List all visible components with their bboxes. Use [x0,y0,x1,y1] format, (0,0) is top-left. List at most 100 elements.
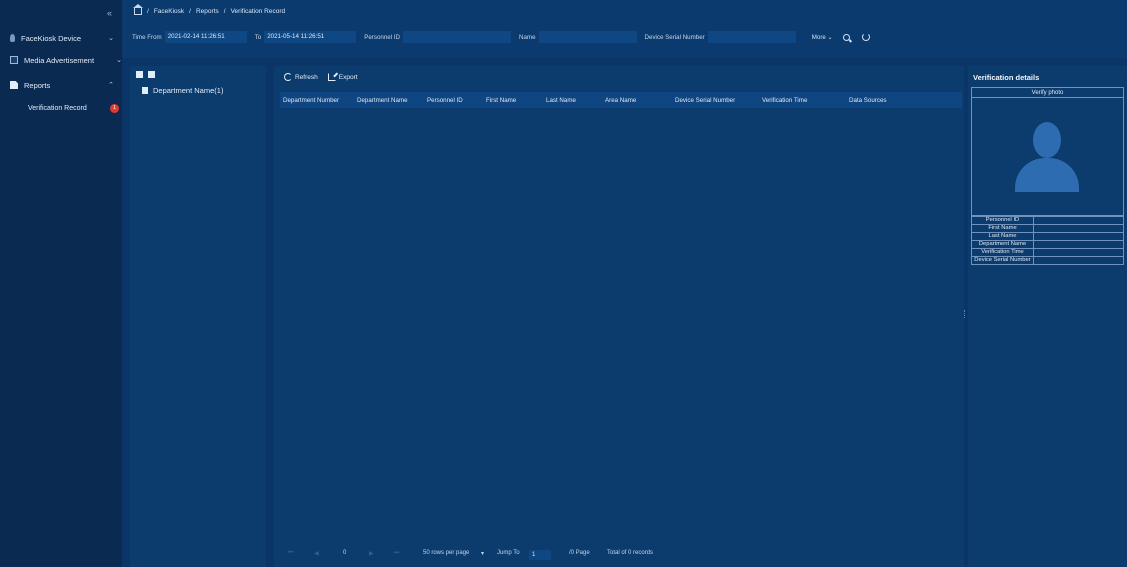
name-field[interactable] [538,31,637,43]
chevron-down-icon: ⌄ [108,35,114,42]
avatar-placeholder-body [1015,158,1079,192]
personnel-id-label: Personnel ID [364,33,401,41]
last-page-icon[interactable]: ⏭ [394,550,399,557]
person-icon [10,34,15,42]
name-label: Name [519,33,536,41]
info-row-last-name: Last Name [972,232,1123,240]
info-value [1034,241,1123,248]
info-value [1034,257,1123,264]
sidebar-item-label: Verification Record [28,104,87,112]
avatar-placeholder-icon [1033,122,1061,158]
refresh-button[interactable]: Refresh [284,73,318,81]
column-header-data-sources[interactable]: Data Sources [849,97,887,104]
column-header-device-serial-number[interactable]: Device Serial Number [675,97,735,104]
first-page-icon[interactable]: ⏮ [288,550,293,557]
time-from-field[interactable]: 2021-02-14 11:26:51 [164,31,247,43]
breadcrumb-item[interactable]: FaceKiosk [154,8,184,15]
device-serial-filter: Device Serial Number [645,31,796,43]
breadcrumb-separator: / [147,8,149,15]
time-from-label: Time From [132,33,162,41]
details-info-table: Personnel ID First Name Last Name Depart… [971,216,1124,265]
column-header-verification-time[interactable]: Verification Time [762,97,807,104]
sidebar-item-label: Media Advertisement [24,55,95,65]
table-toolbar: Refresh Export [284,73,358,81]
time-to-filter: To 2021-05-14 11:26:51 [255,31,357,43]
sidebar: « FaceKiosk Device ⌄ Media Advertisement… [0,0,122,567]
sidebar-item-label: Reports [24,80,51,90]
prev-page-icon[interactable]: ◀ [314,550,319,557]
table-body [280,108,962,538]
info-key: Personnel ID [972,217,1034,224]
breadcrumb-item[interactable]: Reports [196,8,219,15]
chevron-up-icon: ⌃ [108,82,114,89]
filter-bar: Time From 2021-02-14 11:26:51 To 2021-05… [132,31,1127,43]
expand-all-icon[interactable] [136,71,143,78]
export-button[interactable]: Export [327,73,358,81]
collapse-sidebar-button[interactable]: « [107,8,112,18]
breadcrumb-item-current: Verification Record [230,8,286,15]
records-panel: Refresh Export Department Number Departm… [274,66,964,567]
column-header-personnel-id[interactable]: Personnel ID [427,97,463,104]
current-page: 0 [343,550,347,556]
info-value [1034,225,1123,232]
search-icon[interactable] [842,33,850,41]
tree-node-department[interactable]: Department Name(1) [142,86,223,95]
rows-per-page-dropdown-icon[interactable]: ▾ [481,550,484,557]
column-header-last-name[interactable]: Last Name [546,97,576,104]
next-page-icon[interactable]: ▶ [369,550,374,557]
table-header: Department Number Department Name Person… [280,92,962,108]
pagination: ⏮ ◀ 0 ▶ ⏭ 50 rows per page ▾ Jump To 1 /… [274,550,964,562]
info-value [1034,233,1123,240]
refresh-icon [284,73,292,81]
tree-node-label: Department Name(1) [153,86,224,95]
jump-to-input[interactable]: 1 [529,550,551,560]
folder-icon [142,87,148,94]
sidebar-item-reports[interactable]: Reports ⌃ [10,78,118,92]
home-icon[interactable] [133,4,143,15]
info-key: Department Name [972,241,1034,248]
tree-toolbar [136,71,155,78]
time-to-label: To [254,33,262,41]
device-serial-field[interactable] [707,31,796,43]
info-row-device-serial-number: Device Serial Number [972,256,1123,264]
column-header-area-name[interactable]: Area Name [605,97,636,104]
media-icon [10,56,18,64]
reset-icon[interactable] [861,33,870,41]
column-header-department-number[interactable]: Department Number [283,97,339,104]
export-label: Export [338,73,358,81]
sidebar-item-media-advertisement[interactable]: Media Advertisement ⌄ [10,53,122,67]
report-icon [10,81,18,89]
column-header-department-name[interactable]: Department Name [357,97,408,104]
info-row-first-name: First Name [972,224,1123,232]
info-row-personnel-id: Personnel ID [972,216,1123,224]
info-key: First Name [972,225,1034,232]
sidebar-item-label: FaceKiosk Device [21,33,82,43]
time-from-filter: Time From 2021-02-14 11:26:51 [132,31,247,43]
jump-to-label: Jump To [497,550,520,556]
breadcrumb: / FaceKiosk / Reports / Verification Rec… [133,4,286,15]
export-icon [327,73,336,81]
verify-photo-box: Verify photo [971,87,1124,216]
more-filters-button[interactable]: More ⌄ [812,34,833,41]
rows-per-page-select[interactable]: 50 rows per page [423,550,469,556]
panel-splitter[interactable] [964,310,967,318]
collapse-all-icon[interactable] [148,71,155,78]
sidebar-item-facekiosk-device[interactable]: FaceKiosk Device ⌄ [10,31,118,45]
personnel-id-field[interactable] [403,31,512,43]
info-row-verification-time: Verification Time [972,248,1123,256]
info-value [1034,249,1123,256]
info-key: Device Serial Number [972,257,1034,264]
notification-badge: 1 [110,104,119,113]
info-row-department-name: Department Name [972,240,1123,248]
top-bar: / FaceKiosk / Reports / Verification Rec… [122,0,1127,58]
page-count: /0 Page [569,550,590,556]
personnel-id-filter: Personnel ID [364,31,512,43]
details-title: Verification details [973,73,1040,82]
verify-photo-label: Verify photo [972,88,1123,98]
breadcrumb-separator: / [223,8,226,15]
column-header-first-name[interactable]: First Name [486,97,516,104]
total-records: Total of 0 records [607,550,654,556]
time-to-field[interactable]: 2021-05-14 11:26:51 [264,31,357,43]
sidebar-item-verification-record[interactable]: Verification Record 1 [28,102,120,114]
breadcrumb-separator: / [189,8,191,15]
